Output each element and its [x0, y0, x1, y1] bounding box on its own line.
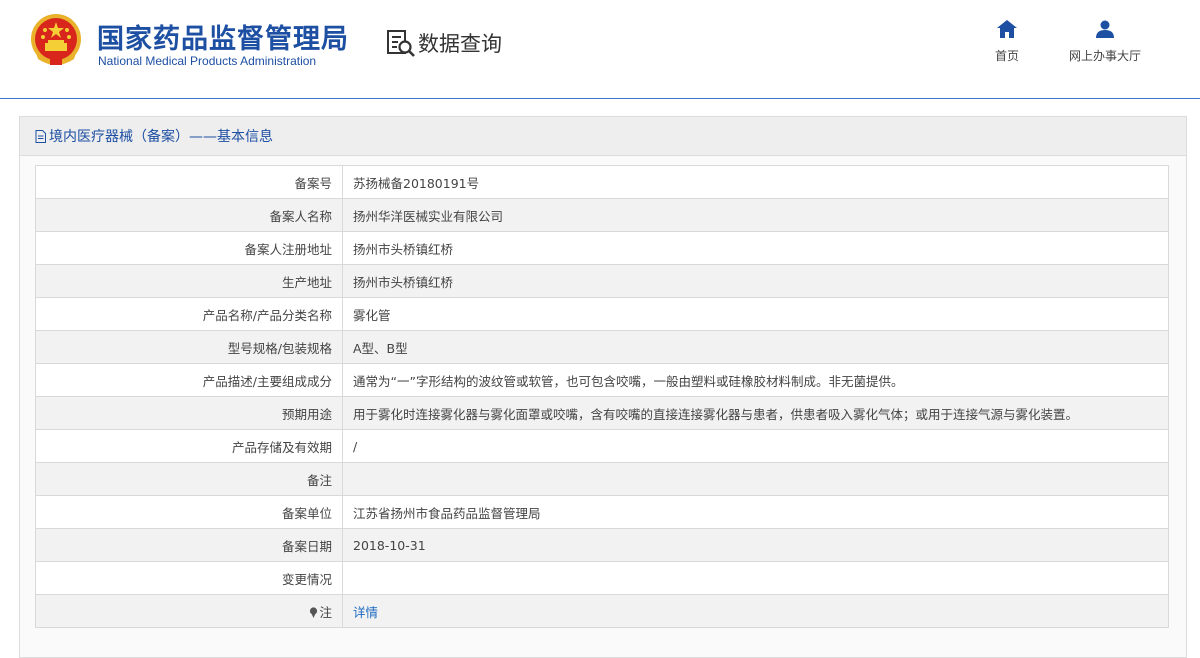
field-label: 备注 — [35, 462, 343, 496]
table-row: 型号规格/包装规格 A型、B型 — [35, 330, 1169, 364]
document-icon — [35, 129, 46, 143]
field-label: 产品描述/主要组成成分 — [35, 363, 343, 397]
field-label: 备案单位 — [35, 495, 343, 529]
table-row: 产品存储及有效期 / — [35, 429, 1169, 463]
field-label: 产品名称/产品分类名称 — [35, 297, 343, 331]
table-row: 备案日期 2018-10-31 — [35, 528, 1169, 562]
nav-home-label: 首页 — [994, 49, 1019, 63]
table-row: 生产地址 扬州市头桥镇红桥 — [35, 264, 1169, 298]
field-value: 苏扬械备20180191号 — [342, 165, 1169, 199]
panel-title: 境内医疗器械（备案）——基本信息 — [49, 129, 273, 145]
field-value: 扬州华洋医械实业有限公司 — [342, 198, 1169, 232]
table-row: 变更情况 — [35, 561, 1169, 595]
table-row: 备案人名称 扬州华洋医械实业有限公司 — [35, 198, 1169, 232]
table-row: 注 详情 — [35, 594, 1169, 628]
table-row: 备案号 苏扬械备20180191号 — [35, 165, 1169, 199]
data-query-link[interactable]: 数据查询 — [386, 28, 502, 58]
field-label-note: 注 — [35, 594, 343, 628]
field-label: 型号规格/包装规格 — [35, 330, 343, 364]
nav-home[interactable]: 首页 — [991, 20, 1023, 64]
field-value: 详情 — [342, 594, 1169, 628]
user-icon — [1096, 20, 1114, 38]
field-label: 备案号 — [35, 165, 343, 199]
field-label: 备案日期 — [35, 528, 343, 562]
field-label: 备案人注册地址 — [35, 231, 343, 265]
details-link[interactable]: 详情 — [353, 605, 378, 620]
field-label: 备案人名称 — [35, 198, 343, 232]
field-label: 变更情况 — [35, 561, 343, 595]
field-value — [342, 561, 1169, 595]
site-header: 国家药品监督管理局 National Medical Products Admi… — [0, 0, 1200, 99]
basic-info-panel: 境内医疗器械（备案）——基本信息 备案号 苏扬械备20180191号 备案人名称… — [19, 116, 1187, 658]
site-title: 国家药品监督管理局 — [97, 24, 349, 55]
home-icon — [997, 20, 1017, 38]
pin-icon — [310, 606, 318, 618]
table-row: 产品名称/产品分类名称 雾化管 — [35, 297, 1169, 331]
field-value: 扬州市头桥镇红桥 — [342, 264, 1169, 298]
field-value: 2018-10-31 — [342, 528, 1169, 562]
search-document-icon — [387, 30, 415, 57]
panel-header: 境内医疗器械（备案）——基本信息 — [20, 117, 1186, 156]
note-label: 注 — [319, 604, 332, 620]
field-value: 用于雾化时连接雾化器与雾化面罩或咬嘴，含有咬嘴的直接连接雾化器与患者，供患者吸入… — [342, 396, 1169, 430]
field-value: 扬州市头桥镇红桥 — [342, 231, 1169, 265]
field-value — [342, 462, 1169, 496]
nav-online-service-hall-label: 网上办事大厅 — [1068, 49, 1141, 63]
table-row: 备案人注册地址 扬州市头桥镇红桥 — [35, 231, 1169, 265]
table-row: 产品描述/主要组成成分 通常为“一”字形结构的波纹管或软管，也可包含咬嘴，一般由… — [35, 363, 1169, 397]
field-label: 生产地址 — [35, 264, 343, 298]
field-label: 预期用途 — [35, 396, 343, 430]
table-row: 备注 — [35, 462, 1169, 496]
field-value: / — [342, 429, 1169, 463]
data-query-label: 数据查询 — [418, 32, 502, 56]
table-row: 备案单位 江苏省扬州市食品药品监督管理局 — [35, 495, 1169, 529]
table-row: 预期用途 用于雾化时连接雾化器与雾化面罩或咬嘴，含有咬嘴的直接连接雾化器与患者，… — [35, 396, 1169, 430]
field-value: A型、B型 — [342, 330, 1169, 364]
national-emblem-icon — [31, 14, 81, 65]
field-label: 产品存储及有效期 — [35, 429, 343, 463]
site-title-en: National Medical Products Administration — [98, 54, 317, 68]
field-value: 通常为“一”字形结构的波纹管或软管，也可包含咬嘴，一般由塑料或硅橡胶材料制成。非… — [342, 363, 1169, 397]
field-value: 江苏省扬州市食品药品监督管理局 — [342, 495, 1169, 529]
nav-online-service-hall[interactable]: 网上办事大厅 — [1062, 20, 1148, 64]
basic-info-table: 备案号 苏扬械备20180191号 备案人名称 扬州华洋医械实业有限公司 备案人… — [35, 165, 1169, 628]
field-value: 雾化管 — [342, 297, 1169, 331]
